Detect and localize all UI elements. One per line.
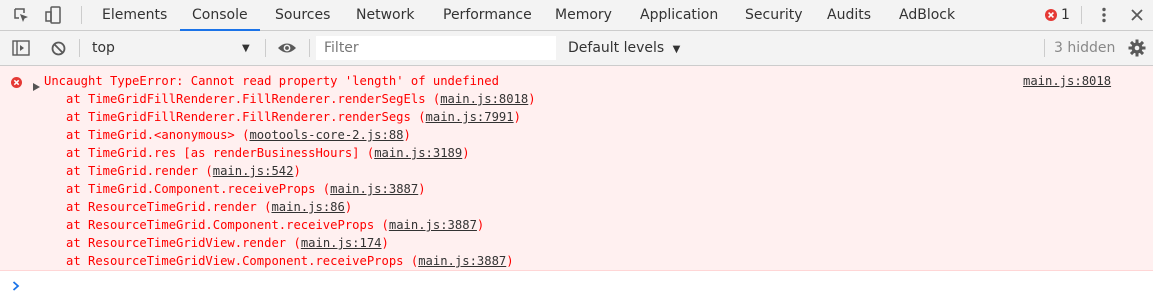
tab-performance[interactable]: Performance: [431, 0, 544, 30]
close-icon[interactable]: [1127, 0, 1147, 30]
expand-triangle-icon[interactable]: [33, 76, 40, 95]
devtools-tab-bar: Elements Console Sources Network Perform…: [0, 0, 1153, 31]
console-messages: Uncaught TypeError: Cannot read property…: [0, 66, 1153, 271]
toolbar-divider: [79, 39, 80, 57]
dropdown-arrow-icon: ▼: [242, 42, 250, 54]
dropdown-arrow-icon: ▼: [672, 44, 681, 55]
error-message-text: Uncaught TypeError: Cannot read property…: [44, 74, 499, 88]
stack-frame-link[interactable]: main.js:3887: [330, 182, 418, 196]
context-value: top: [92, 40, 115, 56]
tab-console[interactable]: Console: [180, 0, 260, 31]
stack-frame: at TimeGridFillRenderer.FillRenderer.ren…: [66, 92, 536, 106]
error-count: 1: [1061, 7, 1070, 23]
log-levels-dropdown[interactable]: Default levels ▼: [568, 31, 680, 65]
stack-frame: at ResourceTimeGrid.Component.receivePro…: [66, 218, 485, 232]
hidden-messages-count: 3 hidden: [1054, 40, 1116, 56]
stack-frame-link[interactable]: main.js:3887: [389, 218, 477, 232]
prompt-chevron-icon: [12, 276, 20, 295]
stack-frame: at TimeGrid.res [as renderBusinessHours]…: [66, 146, 470, 160]
console-toolbar: top ▼ Default levels ▼ 3 hidden: [0, 31, 1153, 66]
source-link[interactable]: main.js:8018: [1023, 72, 1111, 90]
stack-frame: at ResourceTimeGrid.render (main.js:86): [66, 200, 353, 214]
stack-frame: at TimeGridFillRenderer.FillRenderer.ren…: [66, 110, 521, 124]
stack-frame: at TimeGrid.render (main.js:542): [66, 164, 301, 178]
tab-divider: [81, 6, 82, 24]
clear-console-icon[interactable]: [45, 31, 71, 65]
more-options-icon[interactable]: [1094, 0, 1114, 30]
tab-sources[interactable]: Sources: [263, 0, 342, 30]
stack-frame-link[interactable]: main.js:8018: [440, 92, 528, 106]
error-icon: [11, 73, 22, 92]
stack-frame-link[interactable]: main.js:542: [213, 164, 294, 178]
stack-frame-link[interactable]: main.js:3887: [418, 254, 506, 268]
stack-frame: at TimeGrid.<anonymous> (mootools-core-2…: [66, 128, 411, 142]
stack-frame: at TimeGrid.Component.receiveProps (main…: [66, 182, 426, 196]
inspect-element-icon[interactable]: [8, 0, 34, 30]
filter-input[interactable]: [316, 36, 556, 60]
stack-frame-link[interactable]: main.js:174: [301, 236, 382, 250]
stack-frame-link[interactable]: mootools-core-2.js:88: [249, 128, 403, 142]
stack-frame-link[interactable]: main.js:86: [271, 200, 344, 214]
tab-divider: [1081, 6, 1082, 24]
stack-frame: at ResourceTimeGridView.Component.receiv…: [66, 254, 514, 268]
stack-frame: at ResourceTimeGridView.render (main.js:…: [66, 236, 389, 250]
console-prompt[interactable]: [0, 271, 1153, 292]
error-counter[interactable]: 1: [1045, 0, 1070, 30]
toolbar-divider: [265, 39, 266, 57]
tab-adblock[interactable]: AdBlock: [887, 0, 967, 30]
tab-application[interactable]: Application: [628, 0, 730, 30]
stack-frame-link[interactable]: main.js:3189: [374, 146, 462, 160]
tab-elements[interactable]: Elements: [90, 0, 179, 30]
context-selector[interactable]: top ▼: [86, 31, 266, 65]
toolbar-divider: [309, 39, 310, 57]
settings-gear-icon[interactable]: [1127, 31, 1147, 65]
log-levels-label: Default levels: [568, 40, 665, 56]
tab-network[interactable]: Network: [344, 0, 426, 30]
stack-frame-link[interactable]: main.js:7991: [426, 110, 514, 124]
tab-security[interactable]: Security: [733, 0, 815, 30]
tab-audits[interactable]: Audits: [815, 0, 883, 30]
live-expression-eye-icon[interactable]: [274, 31, 300, 65]
toolbar-divider: [1044, 39, 1045, 57]
tab-memory[interactable]: Memory: [543, 0, 624, 30]
error-icon: [1045, 9, 1057, 21]
show-sidebar-icon[interactable]: [8, 31, 34, 65]
device-toolbar-icon[interactable]: [40, 0, 68, 30]
